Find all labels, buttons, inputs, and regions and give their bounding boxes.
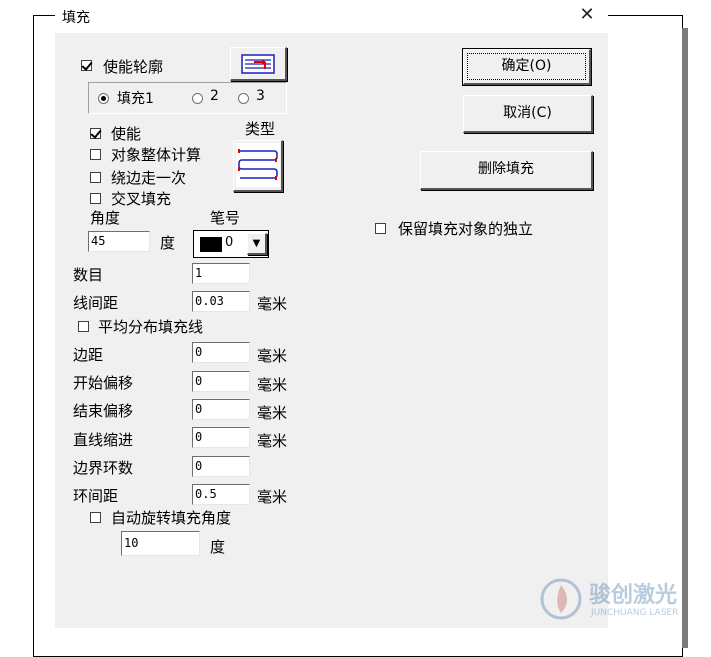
edge-once-checkbox[interactable] (90, 172, 101, 183)
fill3-radio[interactable] (238, 93, 249, 104)
margin-label: 边距 (73, 346, 104, 364)
fill1-radio[interactable] (98, 93, 109, 104)
background-shadow (682, 28, 688, 648)
end-offset-input[interactable]: 0 (192, 399, 250, 420)
auto-rotate-checkbox[interactable] (90, 512, 101, 523)
even-distribution-label: 平均分布填充线 (98, 318, 204, 336)
pen-value: 0 (225, 235, 234, 250)
enable-label: 使能 (111, 125, 142, 143)
chevron-down-icon: ▼ (252, 238, 261, 249)
auto-rotate-unit: 度 (210, 538, 226, 556)
fill2-radio[interactable] (192, 93, 203, 104)
outline-pen-icon (241, 54, 275, 74)
whole-object-label: 对象整体计算 (111, 146, 202, 164)
line-spacing-unit: 毫米 (257, 295, 288, 313)
start-offset-input[interactable]: 0 (192, 371, 250, 392)
type-label: 类型 (245, 120, 276, 138)
end-offset-unit: 毫米 (257, 404, 288, 422)
ok-focus-ring (467, 53, 586, 80)
margin-input[interactable]: 0 (192, 342, 250, 363)
fill-type-icon (236, 143, 280, 187)
auto-rotate-input[interactable]: 10 (121, 531, 200, 556)
close-icon[interactable]: ✕ (574, 2, 600, 28)
pen-combo[interactable]: 0 ▼ (193, 230, 269, 258)
cross-fill-label: 交叉填充 (111, 190, 172, 208)
cross-fill-checkbox[interactable] (90, 193, 101, 204)
watermark-logo: 骏创激光 JUNCHUANG LASER (537, 575, 711, 625)
keep-independent-checkbox[interactable] (375, 223, 386, 234)
watermark-name: 骏创激光 (589, 583, 678, 608)
count-label: 数目 (73, 266, 104, 284)
edge-once-label: 绕边走一次 (111, 169, 187, 187)
line-indent-label: 直线缩进 (73, 431, 134, 449)
count-input[interactable]: 1 (192, 263, 250, 284)
outline-pen-button[interactable] (230, 47, 287, 81)
delete-fill-button-label: 删除填充 (478, 161, 534, 177)
line-indent-unit: 毫米 (257, 432, 288, 450)
cancel-button[interactable]: 取消(C) (463, 95, 593, 133)
dialog-title: 填充 (62, 10, 90, 26)
delete-fill-button[interactable]: 删除填充 (420, 151, 593, 190)
end-offset-label: 结束偏移 (73, 402, 134, 420)
auto-rotate-label: 自动旋转填充角度 (111, 509, 232, 527)
line-spacing-input[interactable]: 0.03 (192, 291, 250, 312)
keep-independent-label: 保留填充对象的独立 (398, 220, 534, 238)
pen-color-swatch (200, 237, 222, 252)
start-offset-unit: 毫米 (257, 376, 288, 394)
watermark-sub: JUNCHUANG LASER (591, 608, 679, 618)
pen-dropdown-button[interactable]: ▼ (247, 233, 267, 255)
ring-spacing-label: 环间距 (73, 487, 119, 505)
angle-input[interactable]: 45 (88, 231, 150, 252)
pen-label: 笔号 (210, 209, 241, 227)
angle-unit: 度 (160, 234, 176, 252)
watermark-flame-icon (540, 578, 582, 620)
fill-dialog: 填充 ✕ 使能轮廓 填充1 2 3 使能 类型 对象整体计算 绕边走一次 交叉填… (55, 0, 608, 628)
enable-outline-checkbox[interactable] (81, 60, 92, 71)
enable-checkbox[interactable] (90, 128, 101, 139)
border-rings-label: 边界环数 (73, 459, 134, 477)
margin-unit: 毫米 (257, 347, 288, 365)
fill2-label: 2 (210, 88, 219, 104)
cancel-button-label: 取消(C) (503, 105, 552, 121)
line-indent-input[interactable]: 0 (192, 427, 250, 448)
line-spacing-label: 线间距 (73, 294, 119, 312)
fill3-label: 3 (256, 88, 265, 104)
ring-spacing-unit: 毫米 (257, 488, 288, 506)
ok-button[interactable]: 确定(O) (462, 48, 592, 86)
title-bar[interactable]: 填充 ✕ (55, 0, 608, 33)
whole-object-checkbox[interactable] (90, 149, 101, 160)
border-rings-input[interactable]: 0 (192, 456, 250, 477)
fill1-label: 填充1 (117, 91, 154, 107)
enable-outline-label: 使能轮廓 (103, 58, 164, 76)
start-offset-label: 开始偏移 (73, 374, 134, 392)
angle-label: 角度 (90, 209, 121, 227)
even-distribution-checkbox[interactable] (78, 321, 89, 332)
fill-type-button[interactable] (233, 140, 283, 192)
ring-spacing-input[interactable]: 0.5 (192, 484, 250, 505)
